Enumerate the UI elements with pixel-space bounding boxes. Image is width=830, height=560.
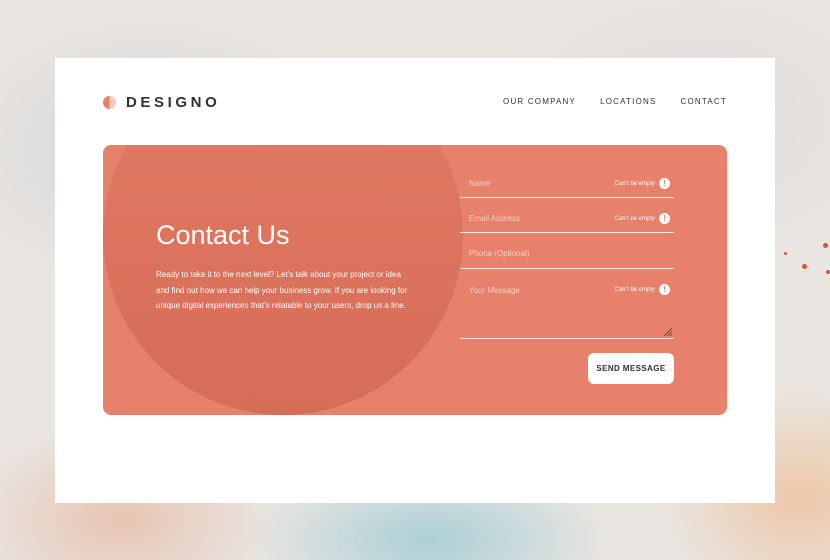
message-placeholder: Your Message <box>469 286 520 295</box>
contact-description: Ready to take it to the next level? Let’… <box>156 270 408 310</box>
paint-speck <box>823 243 828 248</box>
logo[interactable]: DESIGNO <box>103 94 220 111</box>
paint-speck <box>802 264 807 269</box>
exclamation-icon: ! <box>659 284 670 295</box>
logo-icon <box>103 96 116 109</box>
resize-handle-icon[interactable] <box>664 328 672 336</box>
exclamation-icon: ! <box>659 178 670 189</box>
page-card: DESIGNO OUR COMPANY LOCATIONS CONTACT Co… <box>55 58 775 503</box>
nav-our-company[interactable]: OUR COMPANY <box>503 97 576 106</box>
nav-contact[interactable]: CONTACT <box>681 97 727 106</box>
phone-placeholder: Phone (Optional) <box>469 249 530 258</box>
paint-speck <box>784 252 787 255</box>
main-nav: OUR COMPANY LOCATIONS CONTACT <box>503 97 727 106</box>
email-field[interactable]: Email Address Can’t be empty ! <box>460 208 674 233</box>
name-error-text: Can’t be empty <box>614 180 655 187</box>
message-field[interactable]: Your Message Can’t be empty ! <box>460 279 674 339</box>
message-error: Can’t be empty ! <box>615 284 670 295</box>
contact-panel: Contact Us Ready to take it to the next … <box>103 145 727 415</box>
paint-speck <box>826 270 830 274</box>
name-placeholder: Name <box>469 179 491 188</box>
email-placeholder: Email Address <box>469 214 521 223</box>
phone-field[interactable]: Phone (Optional) <box>460 243 674 269</box>
send-message-button[interactable]: SEND MESSAGE <box>588 353 674 384</box>
contact-title: Contact Us <box>156 220 290 250</box>
email-error: Can’t be empty ! <box>615 213 670 224</box>
email-error-text: Can’t be empty <box>614 215 655 222</box>
logo-text: DESIGNO <box>126 94 221 111</box>
name-error: Can’t be empty ! <box>615 178 670 189</box>
name-field[interactable]: Name Can’t be empty ! <box>460 173 674 198</box>
exclamation-icon: ! <box>659 213 670 224</box>
nav-locations[interactable]: LOCATIONS <box>600 97 656 106</box>
message-error-text: Can’t be empty <box>614 286 655 293</box>
